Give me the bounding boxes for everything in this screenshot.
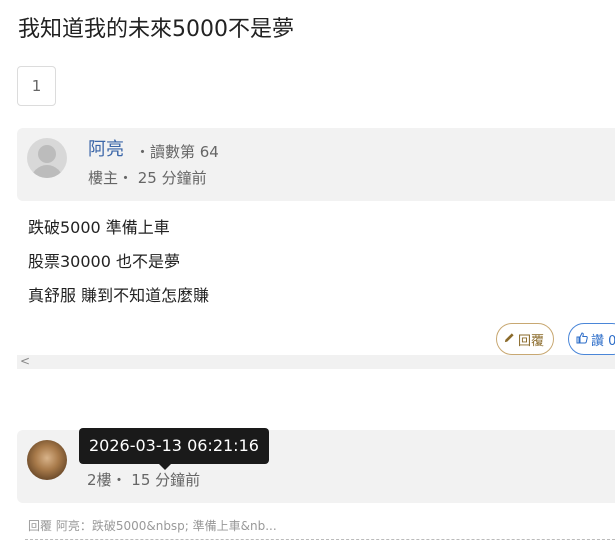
forum-thread-view: 我知道我的未來5000不是夢 1 阿亮 ・讀數第 64 樓主・ 25 分鐘前 跌…: [0, 0, 615, 553]
like-button[interactable]: 讚 0: [568, 323, 615, 355]
pagination-page-button[interactable]: 1: [17, 66, 56, 106]
divider: [25, 539, 615, 540]
reply-button-label: 回覆: [518, 333, 545, 349]
author-name[interactable]: 阿亮: [88, 138, 124, 162]
post-content-line: 真舒服 賺到不知道怎麼賺: [28, 286, 210, 305]
avatar[interactable]: [27, 440, 67, 480]
pencil-icon: [504, 332, 515, 346]
post-content-line: 股票30000 也不是夢: [28, 252, 180, 271]
thread-title: 我知道我的未來5000不是夢: [18, 17, 294, 42]
post-content: 跌破5000 準備上車 股票30000 也不是夢 真舒服 賺到不知道怎麼賺: [28, 217, 209, 319]
avatar[interactable]: [27, 138, 67, 178]
like-button-label: 讚 0: [591, 333, 615, 349]
default-user-body: [31, 165, 63, 178]
thumbs-up-icon: [576, 331, 588, 347]
post-header: 阿亮 ・讀數第 64 樓主・ 25 分鐘前: [17, 128, 615, 201]
default-user-icon: [38, 145, 56, 163]
post-floor-time: 2樓・ 15 分鐘前: [87, 471, 201, 489]
post-content-line: 跌破5000 準備上車: [28, 218, 170, 237]
scroll-left-arrow-icon[interactable]: <: [20, 354, 30, 368]
post-floor-time: 樓主・ 25 分鐘前: [88, 169, 207, 187]
reply-preview: 回覆 阿亮：跌破5000&nbsp; 準備上車&nb...: [28, 519, 277, 533]
reply-button[interactable]: 回覆: [496, 323, 554, 355]
horizontal-scrollbar[interactable]: <: [17, 354, 615, 369]
timestamp-tooltip: 2026-03-13 06:21:16: [79, 428, 269, 464]
tooltip-arrow: [158, 463, 172, 470]
read-count: ・讀數第 64: [135, 143, 219, 161]
